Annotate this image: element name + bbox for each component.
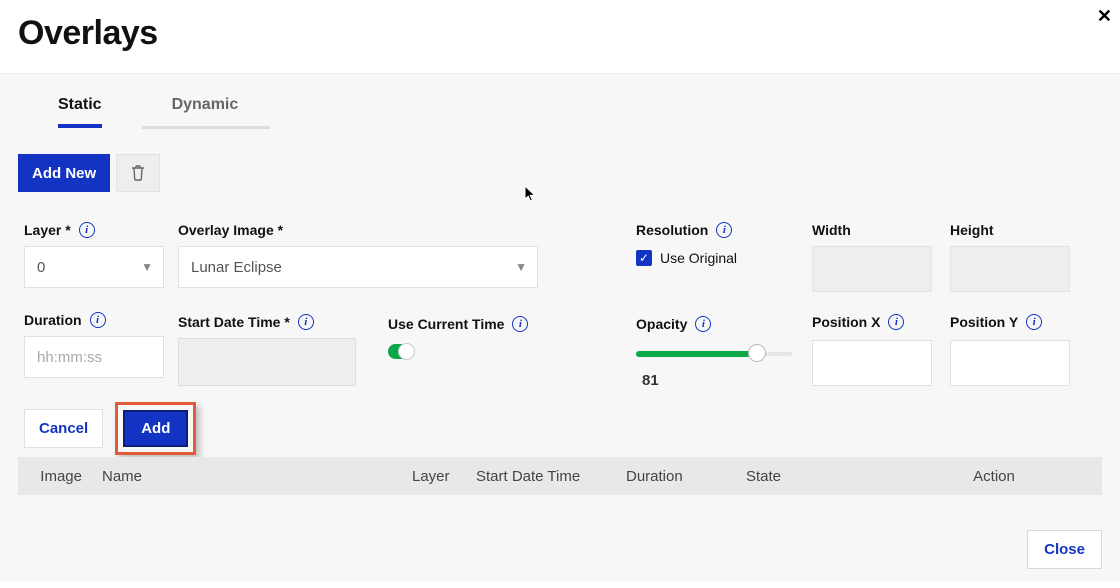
add-button-highlight: Add bbox=[115, 402, 196, 455]
info-icon[interactable]: i bbox=[695, 316, 711, 332]
overlay-image-value: Lunar Eclipse bbox=[191, 259, 282, 276]
height-label: Height bbox=[950, 222, 1070, 238]
chevron-down-icon: ▼ bbox=[515, 260, 527, 274]
layer-label-text: Layer * bbox=[24, 222, 71, 238]
field-position-y: Position Y i bbox=[950, 314, 1070, 386]
position-x-input[interactable] bbox=[812, 340, 932, 386]
start-date-time-label: Start Date Time * i bbox=[178, 314, 356, 330]
add-new-button[interactable]: Add New bbox=[18, 154, 110, 192]
th-duration: Duration bbox=[616, 468, 736, 485]
opacity-label: Opacity i bbox=[636, 316, 806, 332]
layer-value: 0 bbox=[37, 259, 45, 276]
duration-label-text: Duration bbox=[24, 312, 82, 328]
duration-input[interactable] bbox=[24, 336, 164, 378]
trash-icon bbox=[130, 164, 146, 182]
info-icon[interactable]: i bbox=[716, 222, 732, 238]
overlay-image-label-text: Overlay Image * bbox=[178, 222, 283, 238]
th-state: State bbox=[736, 468, 886, 485]
opacity-value: 81 bbox=[642, 372, 806, 389]
tab-static[interactable]: Static bbox=[58, 96, 102, 128]
use-current-time-label: Use Current Time i bbox=[388, 316, 568, 332]
field-resolution: Resolution i ✓ Use Original bbox=[636, 222, 796, 266]
chevron-down-icon: ▼ bbox=[141, 260, 153, 274]
field-layer: Layer * i 0 ▼ bbox=[24, 222, 164, 288]
th-action: Action bbox=[886, 468, 1102, 485]
info-icon[interactable]: i bbox=[298, 314, 314, 330]
use-current-time-label-text: Use Current Time bbox=[388, 316, 504, 332]
th-name: Name bbox=[92, 468, 402, 485]
layer-select[interactable]: 0 ▼ bbox=[24, 246, 164, 288]
tab-dynamic[interactable]: Dynamic bbox=[172, 96, 239, 128]
page-title: Overlays bbox=[18, 14, 1102, 53]
toolbar: Add New bbox=[0, 128, 1120, 192]
opacity-label-text: Opacity bbox=[636, 316, 687, 332]
overlay-image-select[interactable]: Lunar Eclipse ▼ bbox=[178, 246, 538, 288]
position-y-input[interactable] bbox=[950, 340, 1070, 386]
height-input[interactable] bbox=[950, 246, 1070, 292]
body: Static Dynamic Add New Layer * i 0 ▼ bbox=[0, 73, 1120, 581]
th-layer: Layer bbox=[402, 468, 466, 485]
info-icon[interactable]: i bbox=[1026, 314, 1042, 330]
info-icon[interactable]: i bbox=[79, 222, 95, 238]
overlay-image-label: Overlay Image * bbox=[178, 222, 538, 238]
cancel-button[interactable]: Cancel bbox=[24, 409, 103, 448]
width-label-text: Width bbox=[812, 222, 851, 238]
footer: Close bbox=[1027, 530, 1102, 569]
slider-fill bbox=[636, 351, 756, 357]
field-width: Width bbox=[812, 222, 932, 292]
field-opacity: Opacity i 81 bbox=[636, 316, 806, 389]
close-button[interactable]: Close bbox=[1027, 530, 1102, 569]
field-position-x: Position X i bbox=[812, 314, 932, 386]
info-icon[interactable]: i bbox=[512, 316, 528, 332]
th-image: Image bbox=[18, 468, 92, 485]
form-actions: Cancel Add bbox=[24, 402, 196, 455]
field-start-date-time: Start Date Time * i bbox=[178, 314, 356, 386]
position-x-label-text: Position X bbox=[812, 314, 880, 330]
checkbox-checked-icon: ✓ bbox=[636, 250, 652, 266]
field-use-current-time: Use Current Time i bbox=[388, 316, 568, 359]
resolution-label: Resolution i bbox=[636, 222, 796, 238]
width-input[interactable] bbox=[812, 246, 932, 292]
info-icon[interactable]: i bbox=[90, 312, 106, 328]
slider-handle[interactable] bbox=[748, 344, 766, 362]
delete-button[interactable] bbox=[116, 154, 160, 192]
toggle-knob bbox=[398, 343, 415, 360]
field-overlay-image: Overlay Image * Lunar Eclipse ▼ bbox=[178, 222, 538, 288]
opacity-slider[interactable] bbox=[636, 346, 792, 362]
field-height: Height bbox=[950, 222, 1070, 292]
duration-label: Duration i bbox=[24, 312, 164, 328]
resolution-label-text: Resolution bbox=[636, 222, 708, 238]
field-duration: Duration i bbox=[24, 312, 164, 378]
width-label: Width bbox=[812, 222, 932, 238]
layer-label: Layer * i bbox=[24, 222, 164, 238]
info-icon[interactable]: i bbox=[888, 314, 904, 330]
position-x-label: Position X i bbox=[812, 314, 932, 330]
start-date-time-input bbox=[178, 338, 356, 386]
close-icon[interactable]: ✕ bbox=[1097, 6, 1112, 27]
th-start-date-time: Start Date Time bbox=[466, 468, 616, 485]
use-original-label: Use Original bbox=[660, 250, 737, 266]
start-date-time-label-text: Start Date Time * bbox=[178, 314, 290, 330]
overlays-table-header: Image Name Layer Start Date Time Duratio… bbox=[18, 457, 1102, 495]
use-current-time-toggle[interactable] bbox=[388, 344, 414, 359]
height-label-text: Height bbox=[950, 222, 994, 238]
tabs: Static Dynamic bbox=[0, 74, 1120, 128]
position-y-label: Position Y i bbox=[950, 314, 1070, 330]
position-y-label-text: Position Y bbox=[950, 314, 1018, 330]
use-original-checkbox-row[interactable]: ✓ Use Original bbox=[636, 250, 796, 266]
page-header: Overlays bbox=[0, 0, 1120, 73]
add-button[interactable]: Add bbox=[123, 410, 188, 447]
